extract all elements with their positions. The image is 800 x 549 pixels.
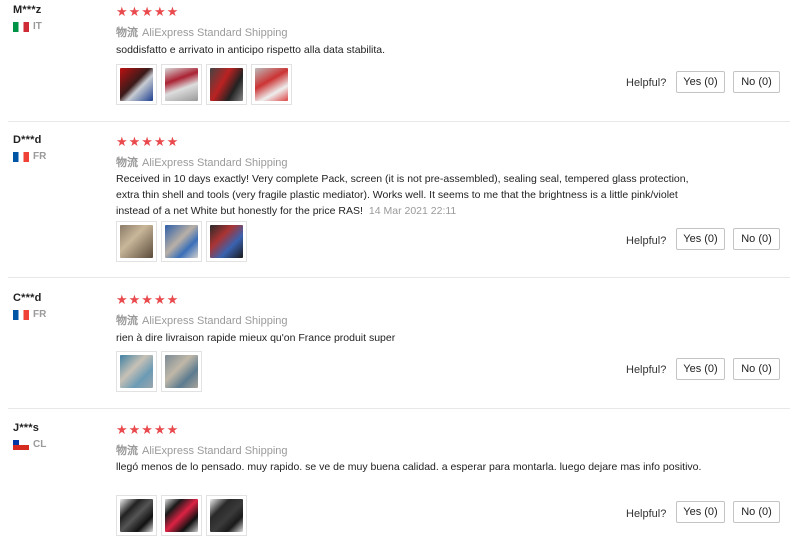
review-photos bbox=[116, 64, 292, 105]
helpful-no-button[interactable]: No (0) bbox=[733, 358, 780, 380]
helpful-label: Helpful? bbox=[626, 77, 667, 89]
review-photo[interactable] bbox=[161, 351, 202, 392]
star-rating: ★★★★★ bbox=[116, 4, 180, 19]
shipping-prefix: 物流 bbox=[116, 27, 138, 39]
reviewer-country: CL bbox=[13, 439, 46, 450]
review-photo[interactable] bbox=[116, 495, 157, 536]
reviewer-name: C***d bbox=[13, 292, 42, 304]
star-rating: ★★★★★ bbox=[116, 134, 180, 149]
reviewer-country: FR bbox=[13, 309, 46, 320]
helpful-no-button[interactable]: No (0) bbox=[733, 501, 780, 523]
review-date: 14 Mar 2021 22:11 bbox=[368, 205, 457, 217]
star-rating: ★★★★★ bbox=[116, 422, 180, 437]
helpful-yes-button[interactable]: Yes (0) bbox=[676, 501, 725, 523]
review-photo[interactable] bbox=[161, 64, 202, 105]
review-photo[interactable] bbox=[161, 221, 202, 262]
review-divider bbox=[8, 121, 790, 122]
review-photos bbox=[116, 351, 202, 392]
helpful-no-button[interactable]: No (0) bbox=[733, 228, 780, 250]
review-body: rien à dire livraison rapide mieux qu'on… bbox=[116, 332, 396, 344]
review-photos bbox=[116, 495, 247, 536]
reviewer-name: J***s bbox=[13, 422, 40, 434]
helpful-label: Helpful? bbox=[626, 235, 667, 247]
review-photo[interactable] bbox=[206, 64, 247, 105]
reviewer-name: D***d bbox=[13, 134, 42, 146]
review-photos bbox=[116, 221, 247, 262]
italy-flag-icon bbox=[13, 21, 29, 32]
review-text: soddisfatto e arrivato in anticipo rispe… bbox=[116, 42, 706, 58]
review-divider bbox=[8, 408, 790, 409]
shipping-name: AliExpress Standard Shipping bbox=[142, 315, 288, 327]
shipping-method: 物流 AliExpress Standard Shipping bbox=[116, 154, 288, 170]
country-code: CL bbox=[33, 439, 47, 450]
france-flag-icon bbox=[13, 309, 29, 320]
shipping-prefix: 物流 bbox=[116, 445, 138, 457]
country-code: FR bbox=[33, 151, 47, 162]
helpful-yes-button[interactable]: Yes (0) bbox=[676, 228, 725, 250]
shipping-name: AliExpress Standard Shipping bbox=[142, 445, 288, 457]
review-photo[interactable] bbox=[206, 495, 247, 536]
helpful-yes-button[interactable]: Yes (0) bbox=[676, 71, 725, 93]
star-rating: ★★★★★ bbox=[116, 292, 180, 307]
review-body: llegó menos de lo pensado. muy rapido. s… bbox=[116, 461, 702, 473]
review-body: soddisfatto e arrivato in anticipo rispe… bbox=[116, 44, 386, 56]
shipping-prefix: 物流 bbox=[116, 157, 138, 169]
shipping-method: 物流 AliExpress Standard Shipping bbox=[116, 442, 288, 458]
reviewer-country: FR bbox=[13, 151, 46, 162]
country-code: IT bbox=[33, 21, 42, 32]
helpful-label: Helpful? bbox=[626, 508, 667, 520]
shipping-name: AliExpress Standard Shipping bbox=[142, 157, 288, 169]
shipping-method: 物流 AliExpress Standard Shipping bbox=[116, 312, 288, 328]
review-photo[interactable] bbox=[116, 351, 157, 392]
review-text: llegó menos de lo pensado. muy rapido. s… bbox=[116, 459, 706, 475]
review-photo[interactable] bbox=[116, 221, 157, 262]
reviewer-name: M***z bbox=[13, 4, 42, 16]
review-photo[interactable] bbox=[251, 64, 292, 105]
france-flag-icon bbox=[13, 151, 29, 162]
review-text: Received in 10 days exactly! Very comple… bbox=[116, 171, 706, 219]
reviewer-country: IT bbox=[13, 21, 42, 32]
review-photo[interactable] bbox=[116, 64, 157, 105]
review-photo[interactable] bbox=[206, 221, 247, 262]
helpful-yes-button[interactable]: Yes (0) bbox=[676, 358, 725, 380]
chile-flag-icon bbox=[13, 439, 29, 450]
country-code: FR bbox=[33, 309, 47, 320]
review-divider bbox=[8, 277, 790, 278]
shipping-prefix: 物流 bbox=[116, 315, 138, 327]
shipping-name: AliExpress Standard Shipping bbox=[142, 27, 288, 39]
review-text: rien à dire livraison rapide mieux qu'on… bbox=[116, 330, 706, 346]
review-photo[interactable] bbox=[161, 495, 202, 536]
shipping-method: 物流 AliExpress Standard Shipping bbox=[116, 24, 288, 40]
helpful-no-button[interactable]: No (0) bbox=[733, 71, 780, 93]
helpful-label: Helpful? bbox=[626, 364, 667, 376]
